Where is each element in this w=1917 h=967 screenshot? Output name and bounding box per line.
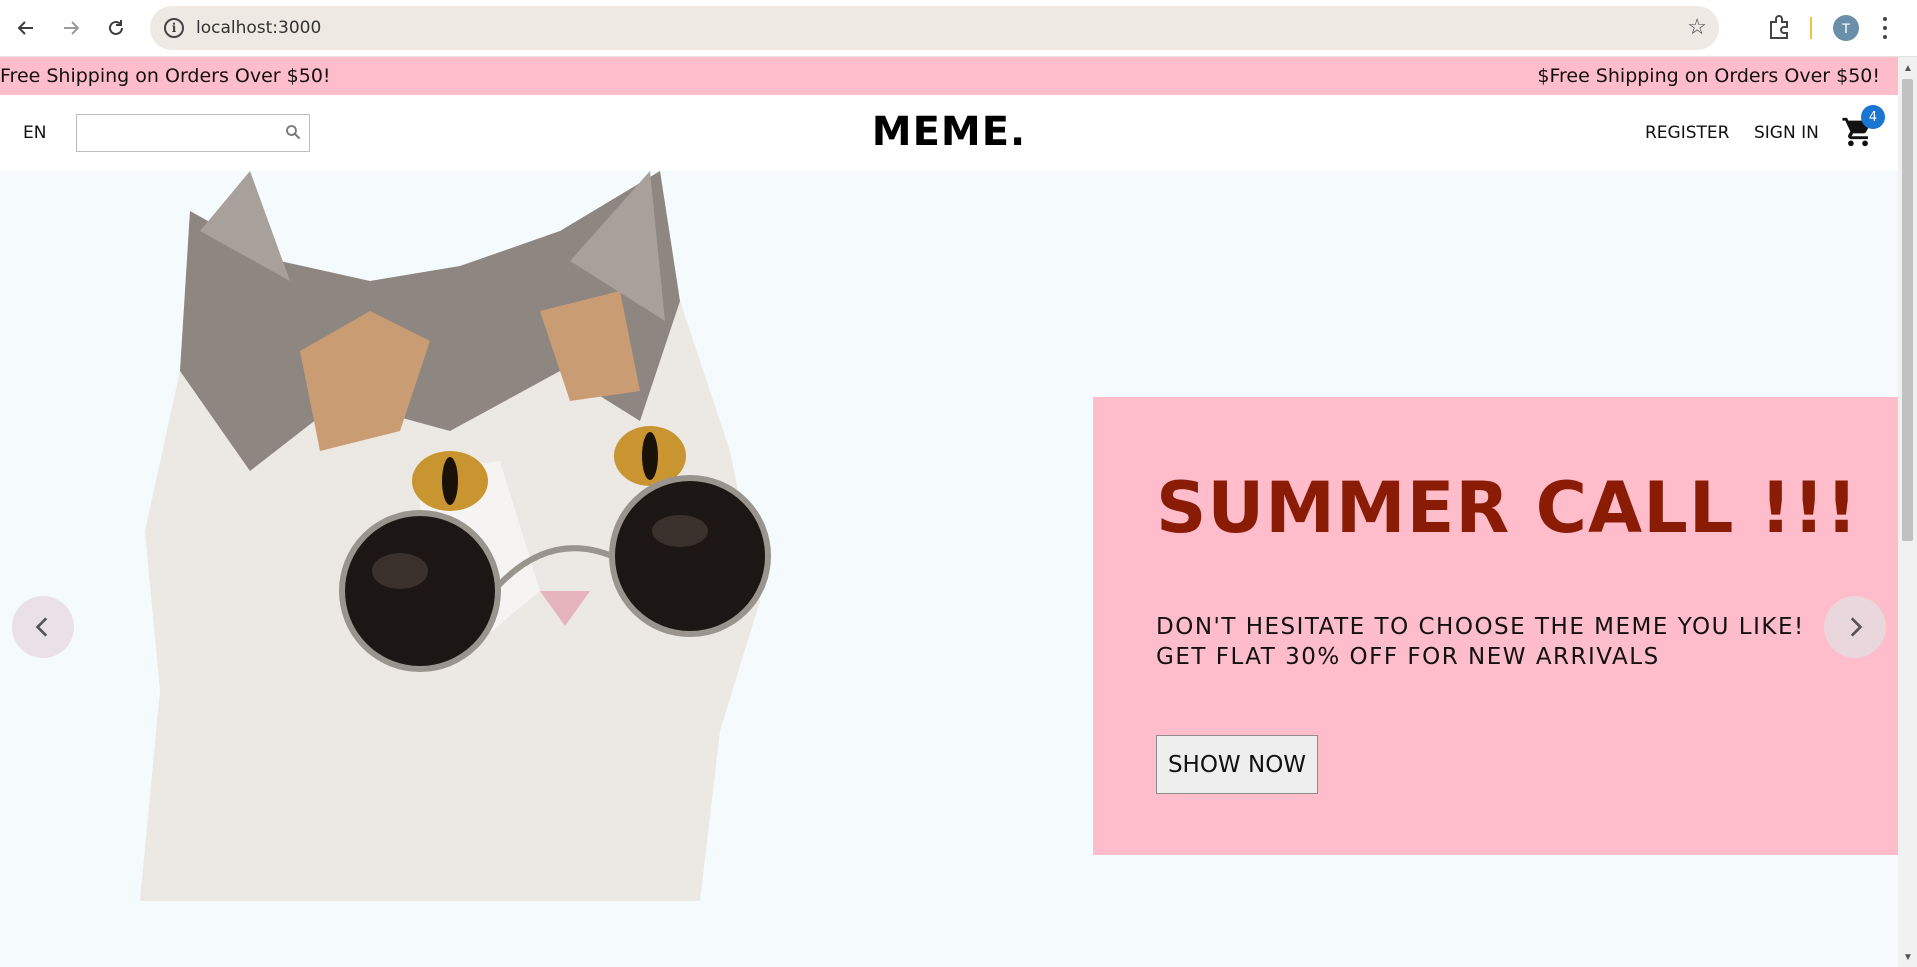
show-now-button[interactable]: SHOW NOW — [1156, 735, 1318, 794]
register-link[interactable]: REGISTER — [1645, 123, 1729, 143]
announcement-text-left: Free Shipping on Orders Over $50! — [0, 65, 331, 87]
slider-prev-button[interactable] — [12, 596, 74, 658]
sign-in-link[interactable]: SIGN IN — [1754, 123, 1819, 143]
promo-panel: SUMMER CALL !!! DON'T HESITATE TO CHOOSE… — [1093, 397, 1898, 855]
site-header: EN MEME. REGISTER SIGN IN 4 — [0, 95, 1898, 171]
announcement-bar: Free Shipping on Orders Over $50! $Free … — [0, 57, 1898, 95]
arrow-right-icon — [64, 21, 80, 35]
page-scrollbar[interactable]: ▲ ▼ — [1898, 57, 1917, 967]
chevron-left-icon — [35, 617, 48, 637]
profile-avatar[interactable]: T — [1833, 15, 1859, 41]
scrollbar-thumb[interactable] — [1902, 79, 1913, 541]
url-text[interactable]: localhost:3000 — [196, 18, 321, 38]
slider-next-button[interactable] — [1824, 596, 1886, 658]
hero-title: SUMMER CALL !!! — [1156, 467, 1859, 549]
extensions-icon[interactable] — [1765, 13, 1793, 43]
announcement-text-right: $Free Shipping on Orders Over $50! — [1537, 65, 1880, 87]
cart-count-badge: 4 — [1861, 105, 1885, 129]
back-button[interactable] — [10, 12, 42, 44]
hero-slider: SUMMER CALL !!! DON'T HESITATE TO CHOOSE… — [0, 171, 1898, 967]
site-info-icon[interactable]: i — [164, 18, 184, 38]
toolbar-separator — [1810, 17, 1812, 39]
arrow-left-icon — [17, 21, 33, 35]
forward-button[interactable] — [55, 12, 87, 44]
browser-toolbar: i localhost:3000 ☆ T — [0, 0, 1917, 57]
hero-cat-image — [140, 171, 771, 901]
browser-menu-icon[interactable] — [1880, 14, 1890, 42]
site-logo[interactable]: MEME. — [0, 109, 1898, 155]
bookmark-star-icon[interactable]: ☆ — [1687, 14, 1707, 40]
chevron-right-icon — [1850, 617, 1863, 637]
hero-description: DON'T HESITATE TO CHOOSE THE MEME YOU LI… — [1156, 614, 1805, 670]
scroll-up-icon[interactable]: ▲ — [1903, 63, 1913, 74]
reload-icon — [109, 20, 123, 35]
address-bar[interactable]: i localhost:3000 ☆ — [150, 6, 1719, 50]
reload-button[interactable] — [100, 12, 132, 44]
scroll-down-icon[interactable]: ▼ — [1903, 952, 1913, 963]
